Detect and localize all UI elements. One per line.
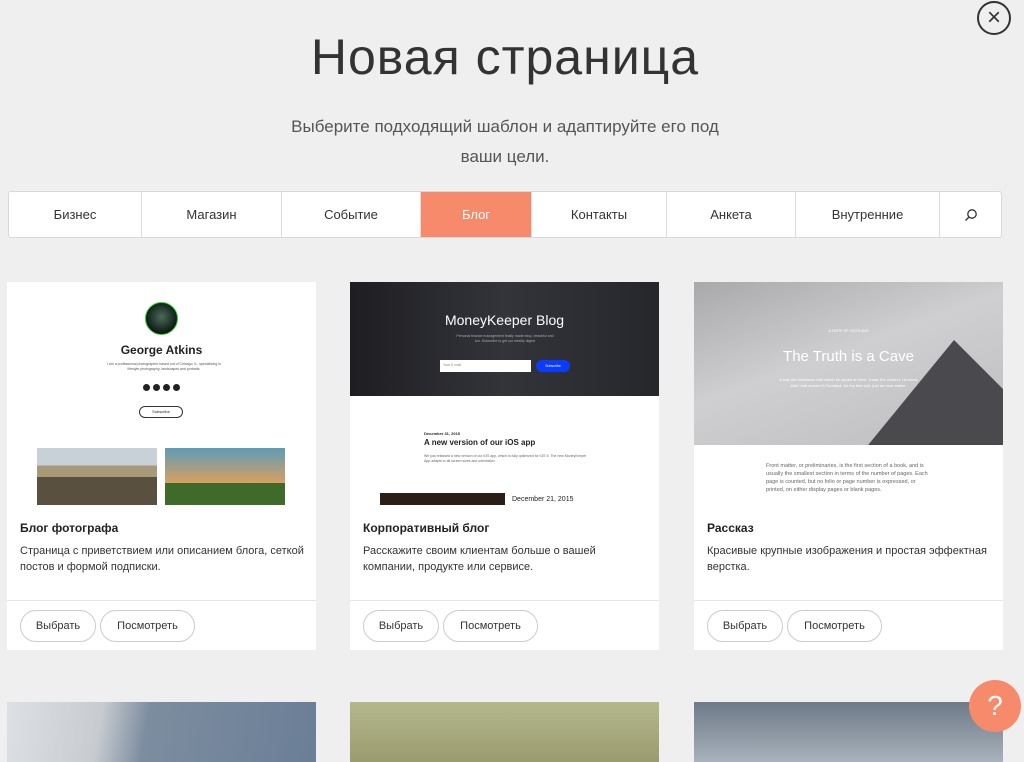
card-title: Корпоративный блог — [363, 521, 490, 535]
preview-kicker: A TASTE OF SCOTLAND — [828, 329, 869, 333]
template-card-preview-surf[interactable] — [7, 702, 316, 762]
preview-heading: The Truth is a Cave — [783, 348, 914, 365]
search-icon — [964, 208, 977, 221]
page-title: Новая страница — [310, 29, 700, 85]
preview-heading: MoneyKeeper Blog — [444, 312, 565, 328]
social-icons — [143, 384, 180, 391]
card-description: Расскажите своим клиентам больше о вашей… — [363, 545, 596, 573]
divider — [7, 600, 316, 601]
avatar — [145, 302, 178, 335]
template-card-corporate-blog[interactable]: MoneyKeeper Blog Personal finance manage… — [350, 282, 659, 650]
preview-button[interactable]: Посмотреть — [787, 610, 882, 642]
category-tabs: Бизнес Магазин Событие Блог Контакты Анк… — [8, 191, 1002, 238]
card-description: Страница с приветствием или описанием бл… — [20, 545, 304, 573]
template-card-photographer-blog[interactable]: George Atkins I am a professional photog… — [7, 282, 316, 650]
template-preview[interactable]: George Atkins I am a professional photog… — [7, 282, 316, 505]
tab-form[interactable]: Анкета — [667, 192, 796, 237]
close-icon: × — [986, 4, 1001, 31]
divider — [350, 600, 659, 601]
preview-photo-bridge — [37, 448, 157, 505]
preview-bio: I am a professional photographer based o… — [106, 362, 221, 371]
preview-post-text: We just released a new version of our iO… — [424, 454, 587, 463]
template-preview[interactable]: A TASTE OF SCOTLAND The Truth is a Cave … — [694, 282, 1003, 505]
tab-business[interactable]: Бизнес — [9, 192, 142, 237]
template-card-story[interactable]: A TASTE OF SCOTLAND The Truth is a Cave … — [694, 282, 1003, 650]
tab-shop[interactable]: Магазин — [142, 192, 282, 237]
help-button[interactable]: ? — [969, 680, 1021, 732]
preview-name: George Atkins — [120, 343, 203, 357]
preview-email-input: Your E-mail — [440, 360, 531, 372]
card-description: Красивые крупные изображения и простая э… — [707, 545, 987, 573]
preview-post-image — [380, 493, 505, 505]
tab-internal[interactable]: Внутренние — [796, 192, 940, 237]
select-button[interactable]: Выбрать — [707, 610, 783, 642]
question-icon: ? — [987, 690, 1003, 721]
divider — [694, 600, 1003, 601]
page-subtitle: Выберите подходящий шаблон и адаптируйте… — [291, 117, 719, 166]
tab-event[interactable]: Событие — [282, 192, 421, 237]
preview-tagline: Personal finance management finally made… — [456, 334, 554, 343]
search-button[interactable] — [940, 192, 1001, 237]
select-button[interactable]: Выбрать — [363, 610, 439, 642]
preview-hero: MoneyKeeper Blog Personal finance manage… — [350, 282, 659, 396]
template-preview[interactable]: MoneyKeeper Blog Personal finance manage… — [350, 282, 659, 505]
select-button[interactable]: Выбрать — [20, 610, 96, 642]
tab-contacts[interactable]: Контакты — [532, 192, 667, 237]
preview-button[interactable]: Посмотреть — [100, 610, 195, 642]
preview-body: Front matter, or preliminaries, is the f… — [766, 463, 928, 493]
tab-blog[interactable]: Блог — [421, 192, 532, 237]
preview-subscribe: Subscribe — [139, 406, 183, 418]
preview-subscribe: Subscribe — [536, 360, 570, 372]
preview-button[interactable]: Посмотреть — [443, 610, 538, 642]
card-title: Блог фотографа — [20, 521, 119, 535]
template-card-preview-travel[interactable] — [350, 702, 659, 762]
preview-photo-chapel — [165, 448, 285, 505]
preview-post-title: A new version of our iOS app — [424, 438, 536, 447]
preview-date2: December 21, 2015 — [512, 495, 574, 504]
preview-date: December 31, 2015 — [424, 431, 461, 436]
preview-lead: It was the readiness with which he spoke… — [779, 377, 918, 388]
preview-hero: A TASTE OF SCOTLAND The Truth is a Cave … — [694, 282, 1003, 445]
template-card-preview-powerlines[interactable] — [694, 702, 1003, 762]
card-title: Рассказ — [707, 521, 754, 535]
